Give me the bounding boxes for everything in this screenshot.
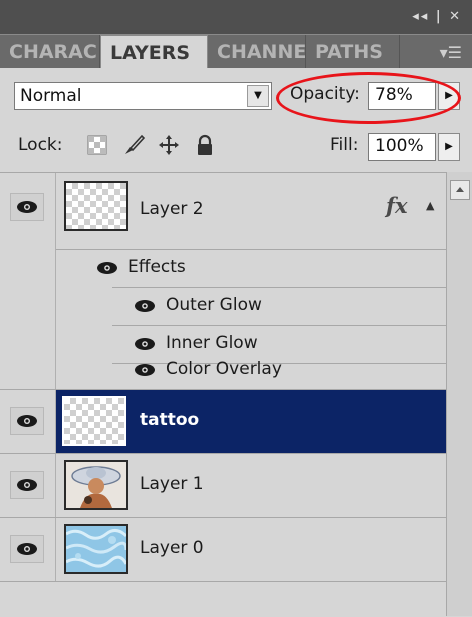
fill-input[interactable]: 100% [368, 133, 436, 161]
chevron-down-icon[interactable]: ▼ [247, 85, 269, 107]
lock-label: Lock: [18, 135, 63, 155]
effect-item-outer-glow[interactable]: Outer Glow [56, 287, 446, 325]
eye-icon [17, 415, 37, 427]
effect-name: Color Overlay [166, 359, 282, 379]
lock-row: Lock: Fill: 100% ▶ [0, 120, 472, 170]
panel-controls[interactable]: ◂◂ | ✕ [412, 9, 462, 24]
lock-all-padlock-icon[interactable] [194, 134, 216, 156]
layer-row-layer-2[interactable]: Layer 2 fx ▲ [56, 173, 446, 249]
tab-paths[interactable]: PATHS [306, 35, 400, 69]
eye-icon [17, 201, 37, 213]
photo-thumbnail-image [66, 462, 126, 508]
fill-label: Fill: [330, 135, 359, 155]
lock-position-move-icon[interactable] [158, 134, 180, 156]
lock-paint-brush-icon[interactable] [122, 134, 146, 156]
blend-mode-value: Normal [20, 86, 82, 106]
collapse-effects-icon[interactable]: ▲ [426, 199, 434, 212]
eye-icon [17, 479, 37, 491]
layer-row-layer-0[interactable]: Layer 0 [56, 518, 446, 581]
eye-icon[interactable] [94, 259, 120, 277]
tab-channels[interactable]: CHANNE [208, 35, 306, 69]
visibility-column [0, 454, 56, 517]
layer-thumbnail [62, 396, 126, 446]
opacity-input[interactable]: 78% [368, 82, 436, 110]
layer-row-tattoo[interactable]: tattoo [56, 390, 446, 453]
visibility-column [0, 518, 56, 581]
lock-transparent-icon[interactable] [86, 134, 108, 156]
tab-layers[interactable]: LAYERS [100, 35, 208, 69]
visibility-column [0, 173, 56, 389]
blend-options-row: Normal ▼ Opacity: 78% ▶ [0, 68, 472, 120]
visibility-column [0, 390, 56, 453]
effect-name: Outer Glow [166, 295, 262, 315]
eye-icon [17, 543, 37, 555]
layers-scrollbar[interactable] [446, 172, 472, 616]
effect-name: Inner Glow [166, 333, 258, 353]
eye-icon[interactable] [132, 361, 158, 379]
layer-name: Layer 2 [140, 199, 204, 219]
fill-slider-arrow-icon[interactable]: ▶ [438, 133, 460, 161]
eye-icon[interactable] [132, 335, 158, 353]
water-texture-image [66, 526, 126, 572]
layer-name: tattoo [140, 410, 200, 430]
visibility-toggle[interactable] [10, 471, 44, 499]
fx-icon[interactable]: fx [386, 193, 408, 218]
divider [0, 581, 446, 582]
panel-title-bar: ◂◂ | ✕ [0, 0, 472, 34]
effects-row[interactable]: Effects [56, 249, 446, 287]
layer-name: Layer 0 [140, 538, 204, 558]
layer-thumbnail [64, 460, 128, 510]
layer-thumbnail [64, 181, 128, 231]
eye-icon[interactable] [132, 297, 158, 315]
opacity-label: Opacity: [290, 84, 360, 104]
layers-list: Layer 2 fx ▲ Effects Outer Glow Inner Gl… [0, 172, 446, 617]
layer-name: Layer 1 [140, 474, 204, 494]
scroll-up-arrow-icon[interactable] [450, 180, 470, 200]
layer-thumbnail [64, 524, 128, 574]
effect-item-inner-glow[interactable]: Inner Glow [56, 325, 446, 363]
visibility-toggle[interactable] [10, 193, 44, 221]
effect-item-color-overlay[interactable]: Color Overlay [56, 359, 446, 389]
opacity-slider-arrow-icon[interactable]: ▶ [438, 82, 460, 110]
layer-row-layer-1[interactable]: Layer 1 [56, 454, 446, 517]
effects-label: Effects [128, 257, 186, 277]
panel-tab-bar: CHARAC LAYERS CHANNE PATHS ▾☰ [0, 34, 472, 69]
visibility-toggle[interactable] [10, 535, 44, 563]
blend-mode-select[interactable]: Normal ▼ [14, 82, 272, 110]
panel-menu-icon[interactable]: ▾☰ [440, 43, 462, 62]
visibility-toggle[interactable] [10, 407, 44, 435]
tab-character[interactable]: CHARAC [0, 35, 100, 69]
